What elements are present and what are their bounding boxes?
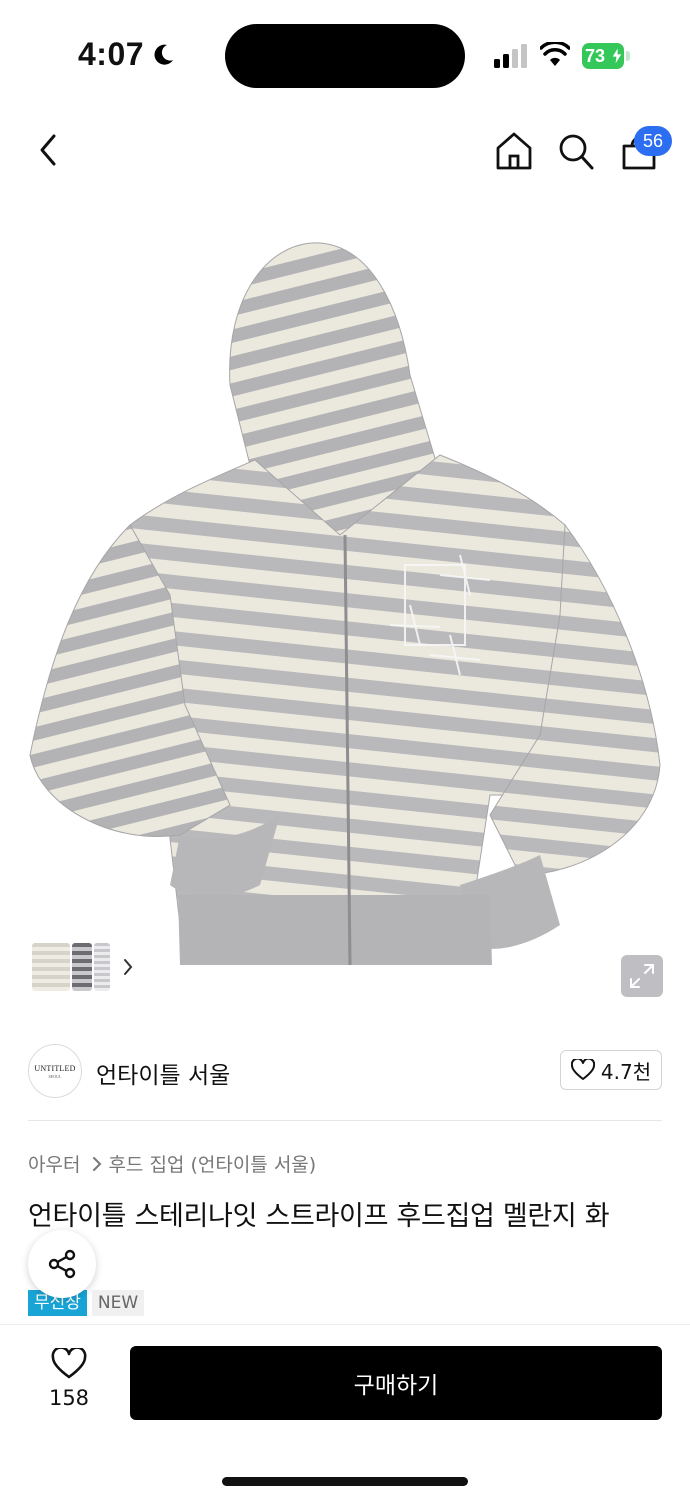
battery-nub <box>626 51 630 61</box>
cellular-signal-icon <box>494 44 527 68</box>
product-image[interactable] <box>20 235 670 980</box>
share-icon <box>48 1249 76 1279</box>
brand-like-button[interactable]: 4.7천 <box>560 1050 662 1090</box>
brand-logo-line1: UNTITLED <box>34 1063 76 1073</box>
status-bar: 4:07 73 <box>0 0 690 110</box>
heart-icon <box>570 1059 595 1080</box>
expand-icon <box>630 964 654 988</box>
dynamic-island <box>225 24 465 88</box>
tag-new: NEW <box>91 1290 145 1316</box>
home-icon[interactable] <box>494 130 534 172</box>
thumbnail-image[interactable] <box>32 943 70 991</box>
breadcrumb: 아우터 후드 집업 (언타이틀 서울) <box>28 1150 316 1177</box>
thumbnail-image[interactable] <box>94 943 110 991</box>
brand-logo-line2: SEOUL <box>48 1073 62 1079</box>
breadcrumb-subcategory[interactable]: 후드 집업 (언타이틀 서울) <box>108 1150 316 1177</box>
charging-bolt-icon <box>611 47 623 65</box>
buy-button[interactable]: 구매하기 <box>130 1346 662 1420</box>
breadcrumb-category[interactable]: 아우터 <box>28 1150 80 1177</box>
chevron-right-icon <box>93 1156 102 1171</box>
wishlist-button[interactable]: 158 <box>36 1348 102 1418</box>
brand-logo[interactable]: UNTITLED SEOUL <box>28 1044 82 1098</box>
moon-icon <box>154 44 173 65</box>
expand-button[interactable] <box>621 955 663 997</box>
battery-indicator: 73 <box>582 43 630 69</box>
status-time: 4:07 <box>78 36 145 72</box>
back-icon[interactable] <box>30 130 66 170</box>
share-button[interactable] <box>28 1230 96 1298</box>
brand-name[interactable]: 언타이틀 서울 <box>96 1056 230 1090</box>
thumbnail-image[interactable] <box>72 943 92 991</box>
brand-like-count: 4.7천 <box>600 1059 652 1084</box>
thumbnail-strip[interactable] <box>28 938 141 996</box>
divider <box>28 1120 662 1121</box>
heart-icon <box>51 1348 87 1379</box>
wishlist-count: 158 <box>48 1386 90 1410</box>
search-icon[interactable] <box>556 130 596 172</box>
cart-count-badge: 56 <box>634 126 672 156</box>
brand-row: UNTITLED SEOUL 언타이틀 서울 4.7천 <box>28 1044 662 1100</box>
home-indicator <box>222 1477 468 1486</box>
wifi-icon <box>540 42 570 66</box>
product-title: 언타이틀 스테리나잇 스트라이프 후드집업 멜란지 화 <box>28 1201 610 1232</box>
chevron-right-icon <box>124 959 133 975</box>
